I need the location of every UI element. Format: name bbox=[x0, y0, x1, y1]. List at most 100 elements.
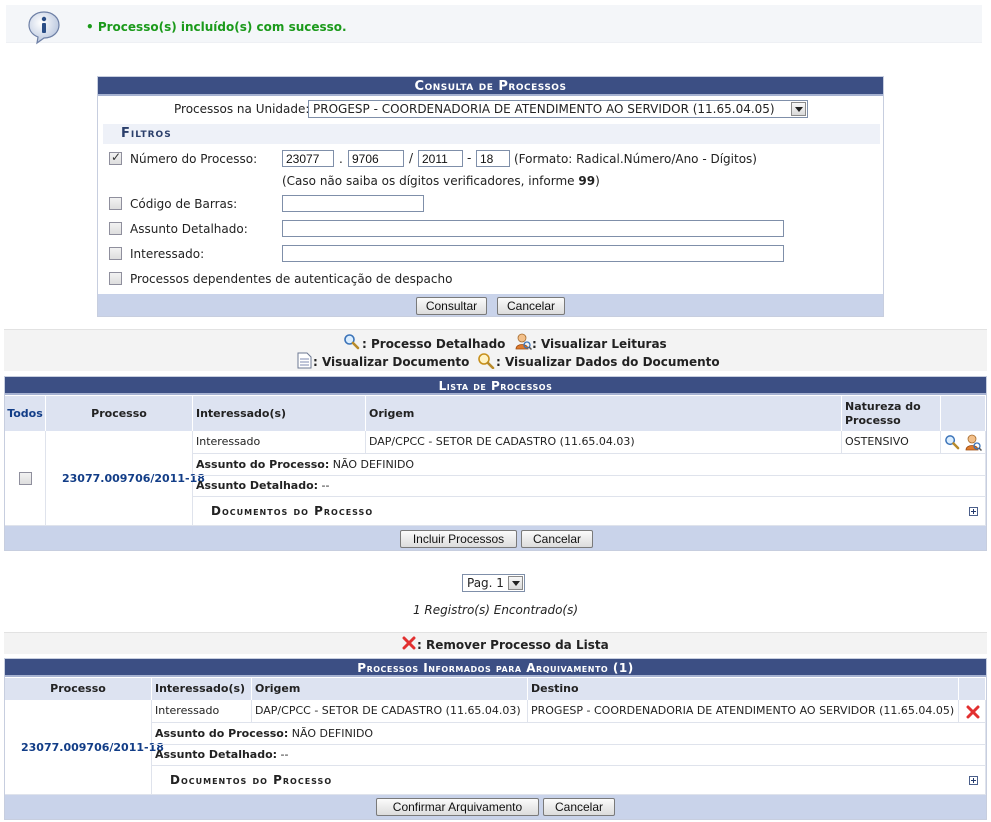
assunto-input[interactable] bbox=[282, 220, 784, 237]
registro-count: 1 Registro(s) Encontrado(s) bbox=[412, 603, 579, 617]
arquivamento-footer: Confirmar Arquivamento Cancelar bbox=[5, 795, 986, 819]
consulta-title: Consulta de Processos bbox=[98, 77, 883, 96]
document-magnifier-icon bbox=[478, 353, 495, 369]
digitos-hint: (Caso não saiba os dígitos verificadores… bbox=[282, 174, 600, 188]
legend-remover: : Remover Processo da Lista bbox=[417, 638, 609, 652]
arq-interessado-cell: Interessado bbox=[152, 700, 252, 723]
arq-destino-header: Destino bbox=[528, 678, 959, 700]
codigo-input[interactable] bbox=[282, 195, 424, 212]
ano-input[interactable] bbox=[418, 150, 463, 167]
legend-box: : Processo Detalhado : Visualizar Leitur… bbox=[4, 329, 987, 371]
legend-remove-box: : Remover Processo da Lista bbox=[4, 632, 987, 654]
arq-assunto-detalhado-value: -- bbox=[280, 748, 289, 761]
numero-label: Número do Processo: bbox=[130, 152, 258, 166]
unidade-select[interactable]: PROGESP - COORDENADORIA DE ATENDIMENTO A… bbox=[308, 100, 808, 118]
assunto-checkbox[interactable] bbox=[109, 222, 122, 235]
legend-dados: : Visualizar Dados do Documento bbox=[496, 355, 720, 369]
legend-documento: : Visualizar Documento bbox=[313, 355, 470, 369]
magnifier-icon[interactable] bbox=[944, 434, 960, 450]
codigo-label: Código de Barras: bbox=[130, 197, 238, 211]
arq-interessados-header: Interessado(s) bbox=[152, 678, 252, 700]
assunto-processo-label: Assunto do Processo: bbox=[196, 458, 330, 471]
chevron-down-icon bbox=[508, 576, 523, 590]
arq-processo-cell: 23077.009706/2011-18 bbox=[5, 700, 164, 795]
expand-plus-icon[interactable] bbox=[969, 507, 978, 516]
page-select[interactable]: Pag. 1 bbox=[462, 574, 525, 592]
natureza-header: Natureza do Processo bbox=[842, 396, 941, 431]
radical-input[interactable] bbox=[282, 150, 334, 167]
chevron-down-icon bbox=[791, 102, 806, 116]
arq-origem-cell: DAP/CPCC - SETOR DE CADASTRO (11.65.04.0… bbox=[252, 700, 528, 723]
arq-remove-cell bbox=[959, 700, 986, 723]
formato-hint: (Formato: Radical.Número/Ano - Dígitos) bbox=[514, 152, 757, 166]
numero-checkbox[interactable] bbox=[109, 150, 122, 165]
reader-icon bbox=[515, 333, 532, 350]
success-text: • Processo(s) incluído(s) com sucesso. bbox=[86, 20, 347, 34]
arquivamento-table: Processos Informados para Arquivamento (… bbox=[4, 658, 987, 820]
info-icon bbox=[28, 11, 60, 45]
arq-processo-link[interactable]: 23077.009706/2011-18 bbox=[21, 741, 164, 754]
assunto-detalhado-row: Assunto Detalhado: -- bbox=[193, 476, 986, 497]
interessado-label: Interessado: bbox=[130, 247, 205, 261]
arq-assunto-processo-value: NÃO DEFINIDO bbox=[291, 727, 374, 740]
processo-header: Processo bbox=[46, 396, 193, 431]
confirmar-arquivamento-button[interactable]: Confirmar Arquivamento bbox=[376, 798, 539, 816]
remove-x-icon[interactable] bbox=[966, 705, 980, 719]
unidade-value: PROGESP - COORDENADORIA DE ATENDIMENTO A… bbox=[313, 102, 775, 116]
sep-slash: / bbox=[409, 151, 414, 165]
todos-header-link[interactable]: Todos bbox=[5, 396, 46, 431]
origem-header: Origem bbox=[366, 396, 842, 431]
arq-processo-header: Processo bbox=[5, 678, 152, 700]
origem-cell: DAP/CPCC - SETOR DE CADASTRO (11.65.04.0… bbox=[366, 431, 842, 454]
consulta-panel: Consulta de Processos Processos na Unida… bbox=[97, 76, 884, 317]
cancelar-lista-button[interactable]: Cancelar bbox=[521, 530, 593, 548]
arq-origem-header: Origem bbox=[252, 678, 528, 700]
acoes-cell bbox=[941, 431, 986, 454]
sep-dash: - bbox=[467, 151, 472, 165]
sep-dot: . bbox=[339, 152, 343, 166]
legend-leituras: : Visualizar Leituras bbox=[532, 337, 667, 351]
magnifier-icon bbox=[344, 334, 360, 350]
cancelar-arquivamento-button[interactable]: Cancelar bbox=[543, 798, 615, 816]
numero-input[interactable] bbox=[348, 150, 404, 167]
processo-link[interactable]: 23077.009706/2011-18 bbox=[62, 472, 205, 485]
lista-footer: Incluir Processos Cancelar bbox=[5, 526, 986, 550]
lista-title: Lista de Processos bbox=[5, 377, 986, 395]
arq-documentos-row: Documentos do Processo bbox=[152, 766, 986, 795]
unidade-label: Processos na Unidade: bbox=[174, 102, 310, 116]
success-message: • Processo(s) incluído(s) com sucesso. bbox=[6, 5, 982, 45]
digitos-input[interactable] bbox=[476, 150, 510, 167]
interessados-header: Interessado(s) bbox=[193, 396, 366, 431]
arq-assunto-detalhado-label: Assunto Detalhado: bbox=[155, 748, 278, 761]
lista-processos-table: Lista de Processos Todos Processo Intere… bbox=[4, 376, 987, 551]
interessado-input[interactable] bbox=[282, 245, 784, 262]
select-cell bbox=[5, 431, 46, 526]
natureza-cell: OSTENSIVO bbox=[842, 431, 941, 454]
arquivamento-title: Processos Informados para Arquivamento (… bbox=[5, 659, 986, 677]
assunto-detalhado-label: Assunto Detalhado: bbox=[196, 479, 319, 492]
assunto-processo-row: Assunto do Processo: NÃO DEFINIDO bbox=[193, 454, 986, 476]
codigo-checkbox[interactable] bbox=[109, 197, 122, 210]
filtros-title: Filtros bbox=[103, 124, 880, 144]
document-icon bbox=[297, 352, 312, 369]
reader-icon[interactable] bbox=[964, 433, 982, 451]
dependentes-checkbox[interactable] bbox=[109, 272, 122, 285]
cancelar-consulta-button[interactable]: Cancelar bbox=[497, 297, 565, 315]
consultar-button[interactable]: Consultar bbox=[416, 297, 487, 315]
processo-select-checkbox[interactable] bbox=[19, 472, 32, 485]
incluir-processos-button[interactable]: Incluir Processos bbox=[400, 530, 517, 548]
arq-assunto-processo-row: Assunto do Processo: NÃO DEFINIDO bbox=[152, 723, 986, 745]
documentos-label: Documentos do Processo bbox=[211, 504, 374, 518]
arq-documentos-label: Documentos do Processo bbox=[170, 773, 333, 787]
interessado-checkbox[interactable] bbox=[109, 247, 122, 260]
expand-plus-icon[interactable] bbox=[969, 776, 978, 785]
dependentes-label: Processos dependentes de autenticação de… bbox=[130, 272, 453, 286]
documentos-row: Documentos do Processo bbox=[193, 497, 986, 526]
interessado-cell: Interessado bbox=[193, 431, 366, 454]
remove-x-icon bbox=[402, 636, 416, 650]
processo-cell: 23077.009706/2011-18 bbox=[46, 431, 205, 526]
page-value: Pag. 1 bbox=[467, 576, 504, 590]
assunto-label: Assunto Detalhado: bbox=[130, 222, 248, 236]
acoes-header bbox=[941, 396, 986, 431]
assunto-processo-value: NÃO DEFINIDO bbox=[332, 458, 415, 471]
